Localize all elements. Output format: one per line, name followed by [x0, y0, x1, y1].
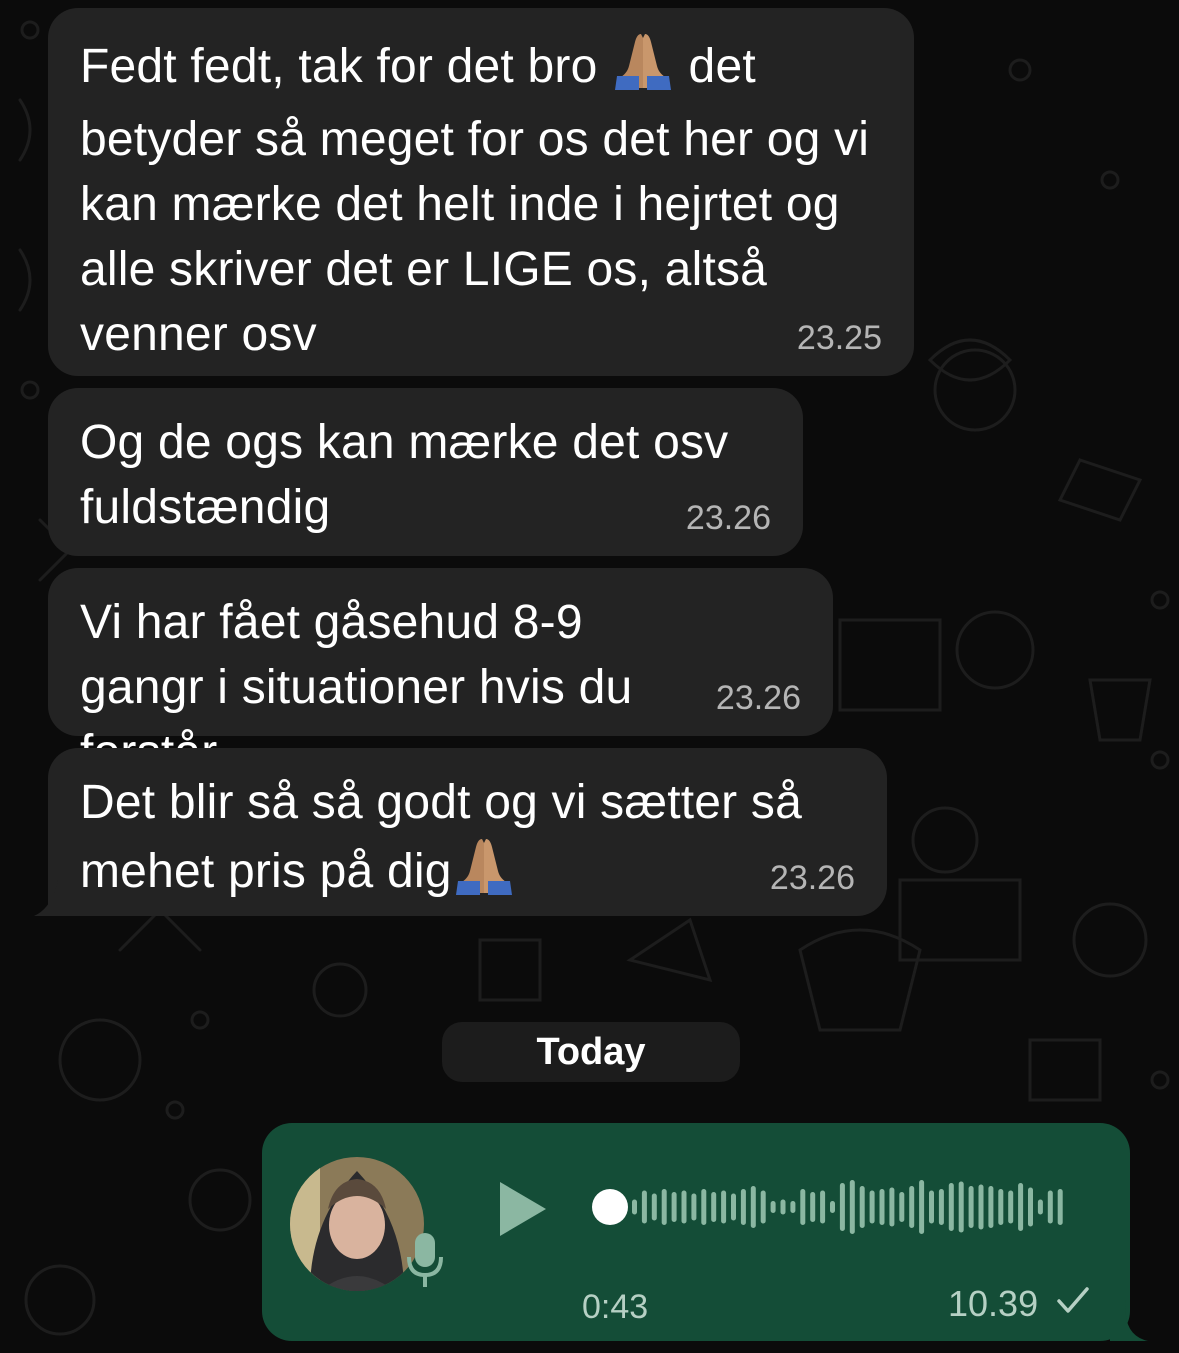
message-time: 23.26	[715, 679, 801, 717]
waveform-bar	[681, 1190, 687, 1224]
praying-hands-emoji-icon	[611, 30, 675, 107]
waveform-bar	[1008, 1190, 1014, 1224]
waveform-bar	[879, 1189, 885, 1225]
message-bubble[interactable]: Vi har fået gåsehud 8-9 gangr i situatio…	[48, 568, 833, 779]
praying-hands-emoji-icon	[452, 835, 516, 912]
waveform-bar	[988, 1186, 994, 1228]
message-time: 10.39	[948, 1283, 1039, 1324]
waveform-bar	[859, 1186, 865, 1228]
voice-waveform[interactable]	[588, 1175, 1088, 1239]
waveform-bar	[919, 1180, 925, 1234]
waveform-bar	[691, 1193, 697, 1221]
waveform-bar	[909, 1186, 915, 1228]
waveform-bar	[790, 1201, 796, 1213]
message-text: Og de ogs kan mærke det osv fuldstændig	[80, 416, 729, 534]
message-bubble[interactable]: Fedt fedt, tak for det bro det betyder s…	[48, 8, 914, 376]
waveform-bar	[820, 1190, 826, 1224]
waveform-bar	[810, 1192, 816, 1222]
voice-duration: 0:43	[582, 1288, 649, 1326]
date-divider: Today	[442, 1022, 740, 1082]
waveform-bar	[641, 1190, 647, 1224]
waveform-bar	[968, 1186, 974, 1228]
message-text: Det blir så så godt og vi sætter så mehe…	[80, 770, 860, 912]
message-text-part: Fedt fedt, tak for det bro	[80, 40, 612, 93]
message-bubble[interactable]: Og de ogs kan mærke det osv fuldstændig …	[48, 388, 803, 556]
waveform-bar	[740, 1189, 746, 1225]
message-text: Fedt fedt, tak for det bro det betyder s…	[80, 30, 882, 367]
waveform-bar	[958, 1181, 964, 1233]
bubble-tail	[1110, 1300, 1148, 1341]
waveform-bar	[938, 1189, 944, 1225]
waveform-bar	[1047, 1190, 1053, 1224]
waveform-bar	[701, 1189, 707, 1225]
waveform-bar	[780, 1199, 786, 1215]
message-time: 23.25	[796, 319, 882, 357]
waveform-bar	[1057, 1189, 1063, 1225]
waveform-bar	[929, 1190, 934, 1224]
waveform-bar	[671, 1192, 677, 1222]
waveform-bar	[1018, 1183, 1024, 1231]
waveform-bar	[632, 1199, 637, 1215]
waveform-bar	[948, 1183, 954, 1231]
voice-message-bubble[interactable]: 0:43 10.39	[262, 1123, 1130, 1341]
waveform-bar	[770, 1201, 776, 1213]
waveform-bar	[731, 1193, 736, 1221]
message-time: 23.26	[685, 499, 771, 537]
microphone-icon	[407, 1233, 443, 1287]
waveform-bar	[849, 1180, 855, 1234]
avatar	[290, 1157, 424, 1291]
waveform-bar	[869, 1190, 875, 1224]
message-time: 23.26	[769, 859, 855, 897]
sent-check-icon	[1057, 1287, 1089, 1313]
message-text-part: Det blir så så godt og vi sætter så mehe…	[80, 776, 802, 898]
play-icon[interactable]	[498, 1180, 548, 1238]
waveform-bar	[830, 1201, 835, 1213]
waveform-bar	[651, 1193, 657, 1221]
waveform-bar	[839, 1183, 845, 1231]
waveform-bar	[978, 1184, 984, 1230]
waveform-bar	[1028, 1187, 1033, 1227]
waveform-bar	[889, 1187, 895, 1227]
waveform-bar	[750, 1186, 756, 1228]
waveform-bar	[711, 1192, 717, 1222]
waveform-bar	[760, 1190, 766, 1224]
waveform-bar	[661, 1189, 667, 1225]
waveform-bar	[721, 1190, 727, 1224]
waveform-bar	[899, 1192, 905, 1222]
waveform-bar	[998, 1189, 1004, 1225]
message-bubble[interactable]: Det blir så så godt og vi sætter så mehe…	[48, 748, 887, 916]
playback-position-knob[interactable]	[592, 1189, 628, 1225]
waveform-bar	[1037, 1199, 1043, 1215]
bubble-tail	[34, 880, 70, 916]
waveform-bar	[800, 1189, 806, 1225]
